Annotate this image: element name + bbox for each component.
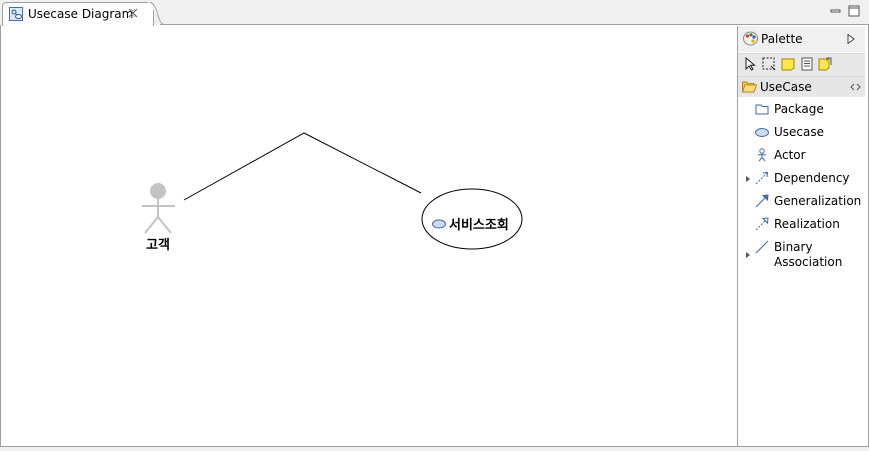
palette-title: Palette (761, 32, 803, 46)
tab-usecase-diagram[interactable]: Usecase Diagram (2, 2, 154, 26)
palette-item-usecase[interactable]: Usecase (738, 122, 865, 144)
palette-item-binary-association[interactable]: Binary Association (738, 237, 865, 271)
dependency-icon (755, 171, 769, 185)
palette-item-label: Dependency (774, 171, 850, 185)
folder-open-icon (742, 81, 757, 93)
palette-panel: Palette UseCase Package Usecase Actor De… (737, 26, 865, 446)
palette-item-package[interactable]: Package (738, 99, 865, 121)
diagram-icon (9, 7, 23, 21)
actor-icon (758, 148, 766, 162)
marquee-icon[interactable] (762, 57, 776, 71)
tab-edge (148, 2, 164, 25)
maximize-icon[interactable] (848, 5, 860, 17)
drawer-label: UseCase (760, 80, 812, 94)
note-icon[interactable] (781, 57, 795, 71)
pin-icon[interactable] (850, 83, 861, 91)
palette-item-label: Package (774, 102, 824, 116)
palette-header[interactable]: Palette (738, 26, 865, 52)
palette-expand-icon[interactable] (847, 34, 855, 44)
usecase-name-label[interactable]: 서비스조회 (449, 214, 509, 233)
palette-icon (743, 31, 758, 46)
expand-arrow-icon[interactable] (746, 176, 750, 182)
text-icon[interactable] (800, 57, 814, 71)
usecase-icon (755, 128, 769, 137)
diagram-canvas[interactable] (5, 26, 736, 446)
actor-name-label[interactable]: 고객 (146, 234, 170, 253)
palette-item-actor[interactable]: Actor (738, 145, 865, 167)
palette-item-generalization[interactable]: Generalization (738, 191, 865, 213)
select-icon[interactable] (744, 57, 758, 71)
palette-item-label: Binary Association (774, 240, 842, 270)
palette-item-label: Generalization (774, 194, 862, 208)
palette-drawer-usecase[interactable]: UseCase (738, 77, 865, 97)
label-line-2: Association (774, 255, 843, 269)
palette-toolbar (738, 53, 865, 77)
palette-item-realization[interactable]: Realization (738, 214, 865, 236)
expand-arrow-icon[interactable] (746, 252, 750, 258)
generalization-icon (755, 194, 769, 208)
label-line-1: Binary (774, 240, 813, 254)
palette-item-dependency[interactable]: Dependency (738, 168, 865, 190)
tab-bar-divider (160, 24, 869, 25)
palette-item-label: Usecase (774, 125, 825, 139)
minimize-icon[interactable] (830, 5, 842, 17)
close-icon[interactable] (127, 7, 139, 19)
package-icon (755, 104, 769, 115)
tab-title: Usecase Diagram (28, 7, 134, 21)
bottom-strip (0, 447, 869, 451)
note-attachment-icon[interactable] (818, 57, 832, 71)
association-icon (755, 240, 769, 254)
palette-item-label: Actor (774, 148, 806, 162)
palette-item-label: Realization (774, 217, 840, 231)
realization-icon (755, 217, 769, 231)
